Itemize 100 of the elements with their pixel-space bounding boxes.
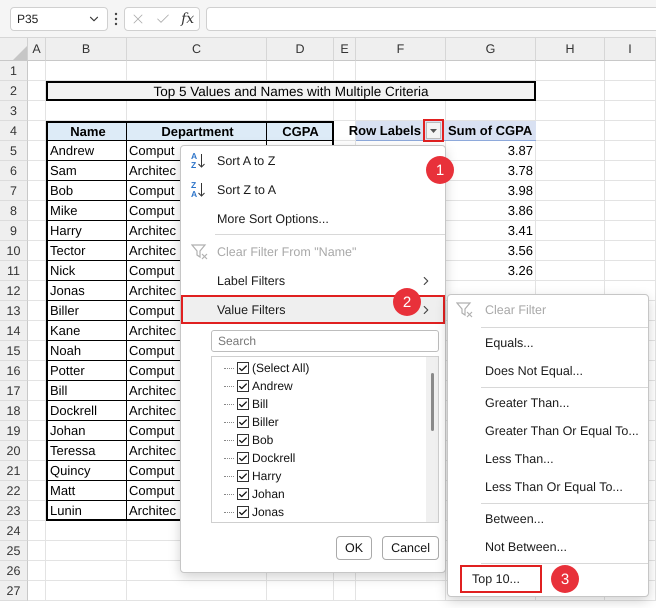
grid-cell[interactable] (46, 561, 127, 581)
grid-cell[interactable] (28, 561, 46, 581)
grid-cell[interactable] (605, 221, 656, 241)
row-header[interactable]: 14 (0, 321, 28, 341)
row-header[interactable]: 20 (0, 441, 28, 461)
grid-cell[interactable] (46, 521, 127, 541)
checkbox[interactable] (237, 434, 249, 446)
name-box[interactable]: P35 (10, 6, 108, 30)
formula-bar[interactable] (206, 6, 656, 30)
row-header[interactable]: 21 (0, 461, 28, 481)
grid-cell[interactable] (536, 61, 605, 81)
row-header[interactable]: 1 (0, 61, 28, 81)
grid-cell[interactable] (28, 541, 46, 561)
row-header[interactable]: 8 (0, 201, 28, 221)
grid-cell[interactable] (46, 541, 127, 561)
grid-cell[interactable] (536, 101, 605, 121)
menu-item[interactable]: Top 10... (460, 565, 542, 593)
column-header[interactable]: B (46, 38, 127, 61)
row-header[interactable]: 24 (0, 521, 28, 541)
menu-item[interactable]: Does Not Equal... (485, 357, 583, 385)
row-header[interactable]: 6 (0, 161, 28, 181)
row-header[interactable]: 13 (0, 301, 28, 321)
grid-cell[interactable] (536, 161, 605, 181)
column-header[interactable]: C (127, 38, 267, 61)
row-header[interactable]: 27 (0, 581, 28, 601)
menu-item[interactable]: Greater Than... (485, 389, 570, 417)
checkbox[interactable] (237, 488, 249, 500)
grid-cell[interactable] (605, 141, 656, 161)
menu-item[interactable]: Equals... (485, 329, 534, 357)
checkbox[interactable] (237, 380, 249, 392)
grid-cell[interactable] (46, 581, 127, 601)
grid-cell[interactable] (28, 521, 46, 541)
row-header[interactable]: 5 (0, 141, 28, 161)
checkbox[interactable] (237, 506, 249, 518)
select-all-button[interactable] (0, 38, 28, 61)
row-header[interactable]: 19 (0, 421, 28, 441)
column-header[interactable]: F (356, 38, 446, 61)
grid-cell[interactable] (605, 201, 656, 221)
row-header[interactable]: 7 (0, 181, 28, 201)
grid-cell[interactable] (127, 581, 267, 601)
grid-cell[interactable] (28, 581, 46, 601)
grid-cell[interactable] (605, 101, 656, 121)
menu-item[interactable]: Greater Than Or Equal To... (485, 417, 639, 445)
grid-cell[interactable] (536, 221, 605, 241)
menu-item[interactable]: Less Than... (485, 445, 554, 473)
row-header[interactable]: 4 (0, 121, 28, 141)
grid-cell[interactable] (605, 61, 656, 81)
cancel-button[interactable]: Cancel (382, 536, 439, 560)
grid-cell[interactable] (536, 261, 605, 281)
column-header[interactable]: I (605, 38, 656, 61)
grid-cell[interactable] (536, 81, 605, 101)
menu-item[interactable]: Between... (485, 505, 544, 533)
checkbox[interactable] (237, 398, 249, 410)
grid-cell[interactable] (536, 181, 605, 201)
insert-function-button[interactable]: fx (181, 10, 194, 26)
menu-item[interactable]: Not Between... (485, 533, 567, 561)
row-header[interactable]: 16 (0, 361, 28, 381)
row-header[interactable]: 26 (0, 561, 28, 581)
ok-button[interactable]: OK (336, 536, 372, 560)
grid-cell[interactable] (356, 581, 446, 601)
grid-cell[interactable] (605, 181, 656, 201)
search-field[interactable]: Search (211, 330, 439, 352)
row-header[interactable]: 22 (0, 481, 28, 501)
row-header[interactable]: 3 (0, 101, 28, 121)
grid-cell[interactable] (28, 101, 46, 121)
scrollbar[interactable] (426, 357, 438, 522)
row-header[interactable]: 23 (0, 501, 28, 521)
row-header[interactable]: 15 (0, 341, 28, 361)
menu-item[interactable]: Less Than Or Equal To... (485, 473, 623, 501)
column-header[interactable]: H (536, 38, 605, 61)
column-header[interactable]: A (28, 38, 46, 61)
checkbox[interactable] (237, 362, 249, 374)
grid-cell[interactable] (605, 121, 656, 141)
grid-cell[interactable] (536, 121, 605, 141)
grid-cell[interactable] (536, 241, 605, 261)
grid-cell[interactable] (267, 581, 334, 601)
column-header[interactable]: G (446, 38, 536, 61)
checkbox[interactable] (237, 452, 249, 464)
row-header[interactable]: 17 (0, 381, 28, 401)
row-header[interactable]: 25 (0, 541, 28, 561)
grid-cell[interactable] (536, 141, 605, 161)
row-header[interactable]: 11 (0, 261, 28, 281)
grid-cell[interactable] (536, 201, 605, 221)
checkbox[interactable] (237, 470, 249, 482)
grid-cell[interactable] (605, 81, 656, 101)
row-header[interactable]: 2 (0, 81, 28, 101)
grid-cell[interactable] (334, 101, 356, 121)
checkbox[interactable] (237, 416, 249, 428)
row-header[interactable]: 9 (0, 221, 28, 241)
grid-cell[interactable] (605, 241, 656, 261)
grid-cell[interactable] (605, 261, 656, 281)
grid-cell[interactable] (334, 581, 356, 601)
column-header[interactable]: D (267, 38, 334, 61)
row-header[interactable]: 12 (0, 281, 28, 301)
more-icon[interactable] (114, 12, 118, 26)
column-header[interactable]: E (334, 38, 356, 61)
grid-cell[interactable] (28, 61, 46, 81)
grid-cell[interactable] (605, 161, 656, 181)
row-header[interactable]: 18 (0, 401, 28, 421)
row-header[interactable]: 10 (0, 241, 28, 261)
